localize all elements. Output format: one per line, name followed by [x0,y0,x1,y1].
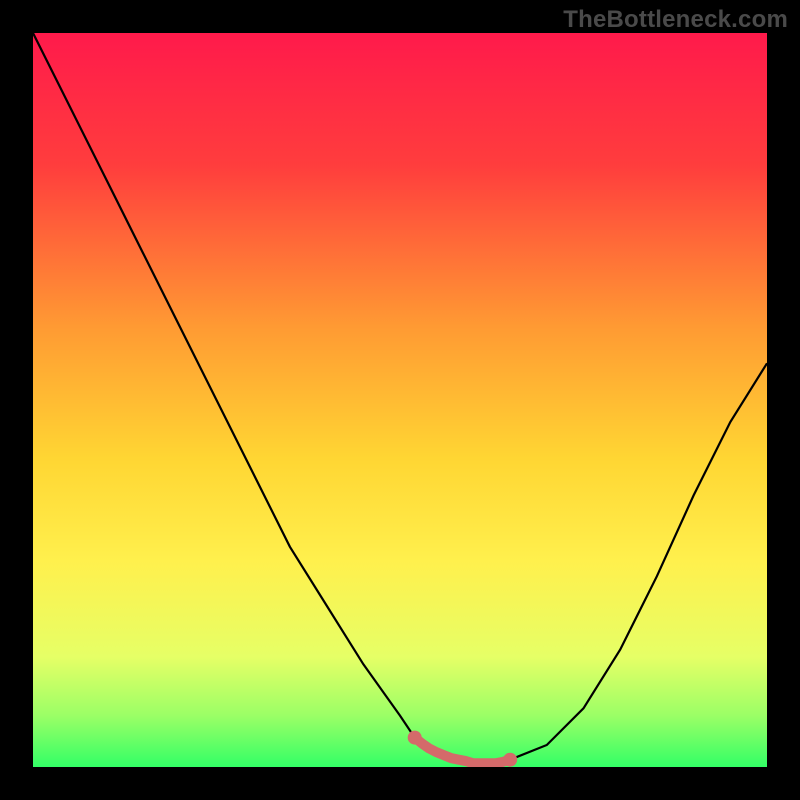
marker-dot [408,731,422,745]
gradient-background [33,33,767,767]
chart-frame: TheBottleneck.com [0,0,800,800]
watermark-text: TheBottleneck.com [563,6,788,34]
marker-dot [503,753,517,767]
bottleneck-chart [0,0,800,800]
